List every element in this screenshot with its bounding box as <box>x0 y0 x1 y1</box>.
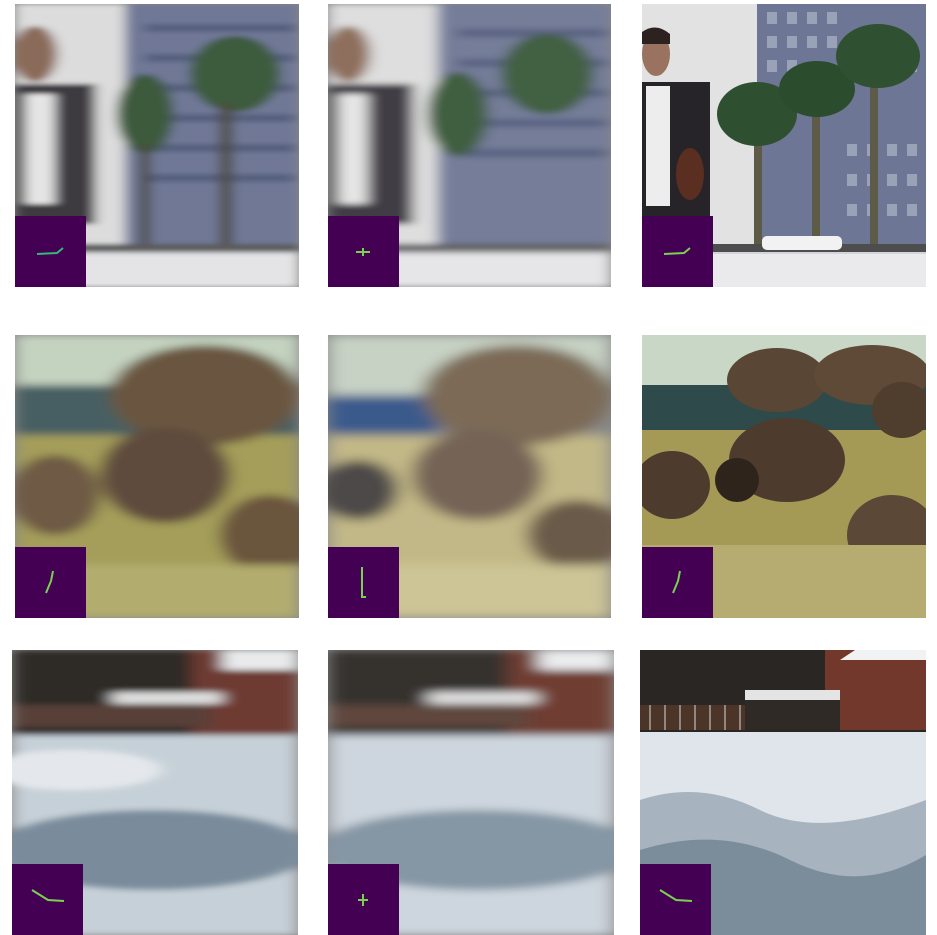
blur-kernel-inset <box>15 547 86 618</box>
blur-kernel-inset <box>328 547 399 618</box>
street-blurred-tile <box>15 4 299 287</box>
bison-sharp-tile <box>642 335 926 618</box>
snow-blurred-tile <box>12 650 298 935</box>
blur-kernel-inset <box>642 216 713 287</box>
blur-kernel-inset <box>328 216 399 287</box>
bison-blurred-tile <box>15 335 299 618</box>
blur-kernel-inset <box>12 864 83 935</box>
blur-kernel-inset <box>642 547 713 618</box>
street-estimate-tile <box>328 4 611 287</box>
blur-kernel-inset <box>15 216 86 287</box>
blur-kernel-inset <box>328 864 399 935</box>
bison-estimate-tile <box>328 335 611 618</box>
snow-estimate-tile <box>328 650 614 935</box>
snow-sharp-tile <box>640 650 926 935</box>
street-sharp-tile <box>642 4 926 287</box>
blur-kernel-inset <box>640 864 711 935</box>
